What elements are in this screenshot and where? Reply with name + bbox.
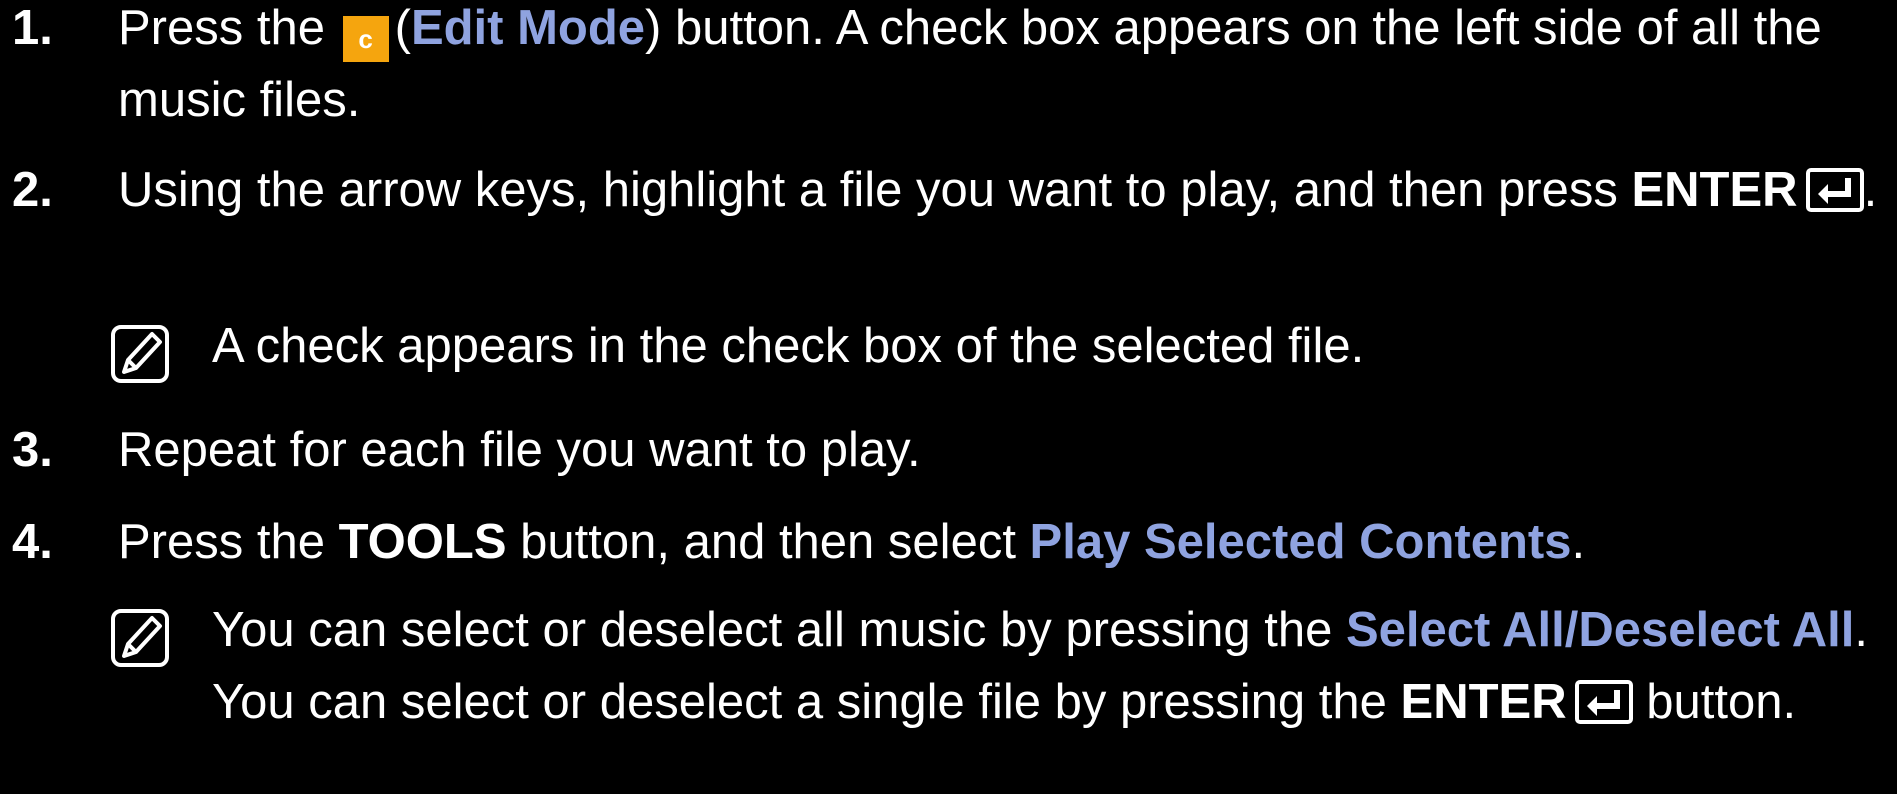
play-selected-contents-label: Play Selected Contents <box>1029 515 1572 569</box>
note-text: You can select or deselect all music by … <box>212 603 1868 729</box>
step-number: 3. <box>12 423 53 477</box>
note-icon <box>111 325 169 383</box>
c-key-icon: c <box>342 16 389 62</box>
select-all-deselect-all-label: Select All/Deselect All <box>1345 603 1855 657</box>
step-number: 4. <box>12 515 53 569</box>
enter-icon <box>1805 168 1864 212</box>
enter-icon <box>1574 680 1633 724</box>
step-number: 1. <box>12 1 53 55</box>
note-text: A check appears in the check box of the … <box>212 319 1365 373</box>
instruction-page: 1. Press the c (Edit Mode) button. A chec… <box>0 0 1897 794</box>
note-icon <box>111 609 169 667</box>
enter-label: ENTER <box>1400 675 1567 729</box>
tools-label: TOOLS <box>338 515 507 569</box>
step-text: Using the arrow keys, highlight a file y… <box>118 163 1878 217</box>
step-number: 2. <box>12 163 53 217</box>
edit-mode-label: Edit Mode <box>410 1 646 55</box>
step-text: Press the TOOLS button, and then select … <box>118 515 1586 569</box>
step-text: Repeat for each file you want to play. <box>118 423 921 477</box>
step-text: Press the c (Edit Mode) button. A check b… <box>118 1 1822 127</box>
enter-label: ENTER <box>1631 163 1798 217</box>
